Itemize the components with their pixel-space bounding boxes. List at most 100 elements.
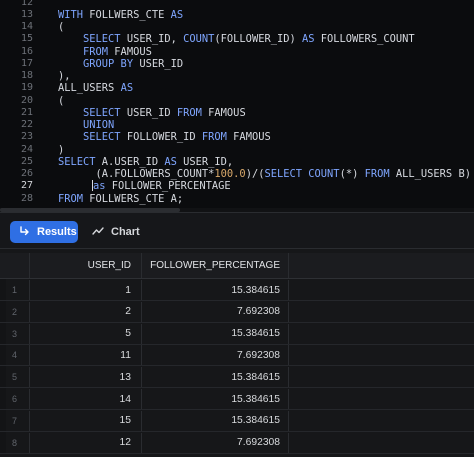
- table-row[interactable]: 1 1 15.384615: [0, 280, 474, 301]
- line-number: 17: [20, 57, 33, 69]
- sql-token: FOLLOWER_PERCENTAGE: [105, 180, 231, 193]
- sql-keyword: UNION: [58, 119, 115, 131]
- line-number: 16: [20, 45, 33, 57]
- sql-token: USER_ID,: [176, 155, 234, 168]
- sql-token: FOLLWERS_CTE A;: [83, 192, 184, 205]
- row-index: 1: [6, 280, 30, 300]
- code-line[interactable]: 28 FROM FOLLWERS_CTE A;: [0, 193, 474, 205]
- column-header-follower-percentage[interactable]: FOLLOWER_PERCENTAGE: [142, 253, 289, 278]
- cell-follower-percentage[interactable]: 7.692308: [142, 345, 289, 366]
- empty-cell: [289, 433, 474, 453]
- table-row[interactable]: 6 14 15.384615: [0, 389, 474, 410]
- cell-user-id[interactable]: 1: [30, 280, 142, 300]
- line-number: 18: [20, 70, 33, 81]
- code-line[interactable]: 14 (: [0, 21, 474, 33]
- cell-follower-percentage[interactable]: 15.384615: [142, 280, 289, 300]
- code-line[interactable]: 16 FROM FAMOUS: [0, 46, 474, 58]
- empty-cell: [289, 411, 474, 431]
- code-line[interactable]: 27 as FOLLOWER_PERCENTAGE: [0, 180, 474, 192]
- code-text: ): [58, 144, 64, 156]
- sql-token: ALL_USERS B): [389, 168, 471, 180]
- line-number: 25: [20, 155, 33, 167]
- row-index: 6: [6, 389, 30, 409]
- sql-token: A.USER_ID: [95, 155, 165, 168]
- empty-cell: [289, 345, 474, 365]
- row-index: 4: [6, 345, 30, 366]
- table-row[interactable]: 8 12 7.692308: [0, 432, 474, 454]
- line-number: 12: [20, 0, 33, 8]
- sql-keyword: AS: [164, 155, 177, 168]
- table-row[interactable]: 3 5 15.384615: [0, 323, 474, 345]
- sql-keyword: FROM: [201, 131, 227, 144]
- row-index: 8: [6, 432, 30, 453]
- cell-follower-percentage[interactable]: 15.384615: [142, 410, 289, 431]
- empty-cell: [289, 280, 474, 300]
- tab-chart[interactable]: Chart: [86, 221, 144, 243]
- empty-cell: [289, 302, 474, 322]
- cell-follower-percentage[interactable]: 15.384615: [142, 323, 289, 344]
- sql-token: FAMOUS: [201, 106, 246, 119]
- line-number: 14: [20, 21, 33, 32]
- line-number: 19: [20, 82, 33, 94]
- sql-token: USER_ID,: [120, 33, 184, 46]
- sql-token: )/(: [245, 168, 265, 180]
- cell-user-id[interactable]: 12: [30, 432, 142, 453]
- code-line[interactable]: 19 ALL_USERS AS: [0, 82, 474, 94]
- code-line[interactable]: 12: [0, 0, 474, 9]
- line-number: 26: [20, 168, 33, 179]
- line-number: 27: [20, 180, 33, 192]
- code-line[interactable]: 20 (: [0, 95, 474, 107]
- tab-results[interactable]: Results: [10, 221, 78, 243]
- sql-editor[interactable]: 12 13 WITH FOLLWERS_CTE AS 14 (15 SELECT USE…: [0, 0, 474, 212]
- sql-keyword: GROUP BY: [58, 57, 134, 70]
- sql-keyword: AS: [170, 8, 184, 21]
- code-text: SELECT FOLLOWER_ID FROM FAMOUS: [58, 131, 271, 143]
- code-line[interactable]: 21 SELECT USER_ID FROM FAMOUS: [0, 107, 474, 119]
- code-line[interactable]: 23 SELECT FOLLOWER_ID FROM FAMOUS: [0, 131, 474, 143]
- row-index: 2: [6, 301, 30, 322]
- header-index-cell: [6, 253, 30, 278]
- sql-keyword: SELECT: [58, 155, 96, 168]
- table-row[interactable]: 7 15 15.384615: [0, 410, 474, 432]
- grid-header-row: USER_ID FOLLOWER_PERCENTAGE: [0, 253, 474, 279]
- code-line[interactable]: 26 (A.FOLLOWERS_COUNT*100.0)/(SELECT COU…: [0, 168, 474, 180]
- line-chart-icon: [92, 226, 104, 238]
- sql-keyword: WITH: [58, 8, 84, 21]
- code-line[interactable]: 17 GROUP BY USER_ID: [0, 58, 474, 70]
- cell-user-id[interactable]: 14: [30, 389, 142, 409]
- cell-user-id[interactable]: 2: [30, 301, 142, 322]
- sql-worksheet: 12 13 WITH FOLLWERS_CTE AS 14(15 SELECT USE…: [0, 0, 474, 457]
- cell-follower-percentage[interactable]: 15.384615: [142, 367, 289, 388]
- table-row[interactable]: 2 2 7.692308: [0, 301, 474, 323]
- cell-user-id[interactable]: 5: [30, 323, 142, 344]
- sql-token: FOLLOWER_ID: [120, 131, 202, 144]
- cell-user-id[interactable]: 13: [30, 367, 142, 388]
- sql-token: USER_ID: [133, 57, 184, 70]
- tab-chart-label: Chart: [111, 226, 140, 238]
- sql-keyword: SELECT: [58, 106, 121, 119]
- cell-follower-percentage[interactable]: 7.692308: [142, 301, 289, 322]
- cell-user-id[interactable]: 11: [30, 345, 142, 366]
- cell-user-id[interactable]: 15: [30, 410, 142, 431]
- code-text: FROM FAMOUS: [58, 46, 152, 58]
- sql-keyword: FROM: [364, 168, 390, 180]
- code-line[interactable]: 24): [0, 144, 474, 156]
- code-text: SELECT USER_ID, COUNT(FOLLOWER_ID) AS FO…: [58, 33, 415, 45]
- code-line[interactable]: 25 SELECT A.USER_ID AS USER_ID,: [0, 156, 474, 168]
- return-arrow-icon: [19, 225, 30, 239]
- cell-follower-percentage[interactable]: 7.692308: [142, 432, 289, 453]
- result-tabs-bar: Results Chart: [0, 212, 474, 248]
- sql-number: 100.0: [214, 168, 246, 180]
- table-row[interactable]: 4 11 7.692308: [0, 345, 474, 367]
- code-line[interactable]: 15 SELECT USER_ID, COUNT(FOLLOWER_ID) AS…: [0, 33, 474, 45]
- code-line[interactable]: 18),: [0, 70, 474, 82]
- cell-follower-percentage[interactable]: 15.384615: [142, 389, 289, 409]
- empty-cell: [289, 389, 474, 409]
- table-row[interactable]: 5 13 15.384615: [0, 367, 474, 389]
- column-header-user-id[interactable]: USER_ID: [30, 253, 142, 278]
- code-line[interactable]: 22 UNION: [0, 119, 474, 131]
- sql-keyword: AS: [120, 82, 134, 95]
- code-line[interactable]: 13 WITH FOLLWERS_CTE AS: [0, 9, 474, 21]
- sql-token: FAMOUS: [108, 45, 152, 58]
- sql-token: FAMOUS: [226, 131, 271, 144]
